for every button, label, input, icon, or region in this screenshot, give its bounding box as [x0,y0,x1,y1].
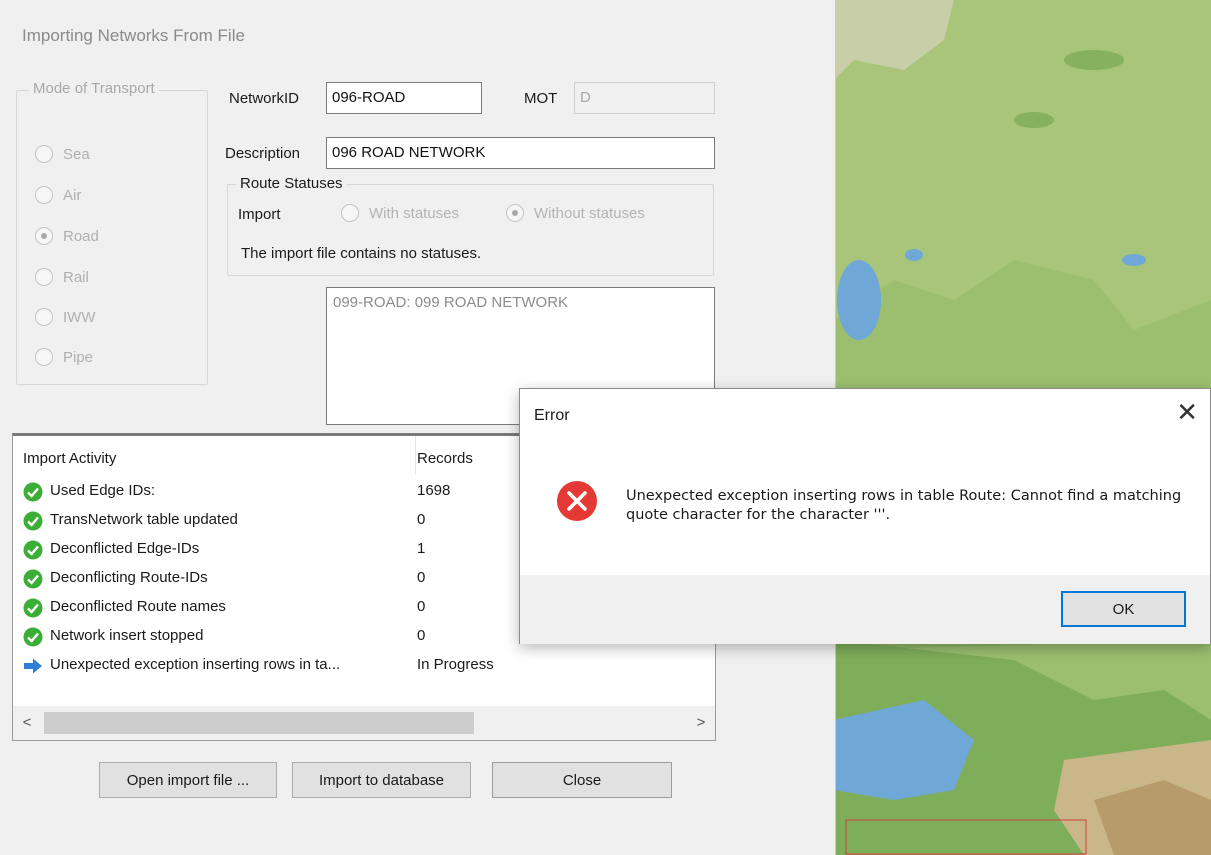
column-divider[interactable] [415,436,416,474]
radio-label-road: Road [63,227,99,245]
scroll-right-icon[interactable]: > [691,714,711,731]
scrollbar-thumb[interactable] [44,712,474,734]
activity-name: TransNetwork table updated [50,511,238,528]
radio-circle[interactable] [35,268,53,286]
network-id-label: NetworkID [229,90,300,107]
open-import-file-button[interactable]: Open import file ... [99,762,277,798]
radio-circle[interactable] [341,204,359,222]
ok-button[interactable]: OK [1061,591,1186,627]
check-icon [23,511,43,531]
radio-circle[interactable] [35,186,53,204]
close-button[interactable]: Close [492,762,672,798]
check-icon [23,598,43,618]
radio-label-air: Air [63,186,82,204]
activity-name: Deconflicted Edge-IDs [50,540,200,557]
radio-circle[interactable] [35,308,53,326]
mode-of-transport-legend: Mode of Transport [29,80,159,97]
error-dialog: Error ✕ Unexpected exception inserting r… [519,388,1211,644]
description-input[interactable]: 096 ROAD NETWORK [326,137,715,169]
activity-name: Network insert stopped [50,627,204,644]
route-statuses-legend: Route Statuses [236,175,347,192]
radio-rail[interactable]: Rail [35,266,89,288]
activity-name: Deconflicted Route names [50,598,226,615]
import-to-database-button[interactable]: Import to database [292,762,471,798]
activity-records: 0 [417,511,426,528]
network-id-input[interactable]: 096-ROAD [326,82,482,114]
radio-circle-checked[interactable] [35,227,53,245]
description-label: Description [225,145,301,162]
activity-records: 1 [417,540,426,557]
activity-records: 1698 [417,482,451,499]
error-icon [557,481,597,521]
table-row[interactable]: Unexpected exception inserting rows in t… [13,652,713,680]
mot-input[interactable]: D [574,82,715,114]
horizontal-scrollbar[interactable]: < > [13,706,715,740]
radio-label-iww: IWW [63,308,96,326]
activity-records: 0 [417,627,426,644]
route-statuses-group: Route Statuses Import With statuses With… [227,175,714,276]
error-dialog-footer: OK [520,575,1210,644]
radio-air[interactable]: Air [35,184,81,206]
radio-label-without-statuses: Without statuses [534,204,645,222]
dialog-title: Importing Networks From File [22,26,245,45]
column-header-records[interactable]: Records [417,450,473,467]
radio-circle[interactable] [35,348,53,366]
error-message: Unexpected exception inserting rows in t… [626,488,1182,523]
activity-name: Unexpected exception inserting rows in t… [50,656,341,673]
radio-road[interactable]: Road [35,225,99,247]
import-label: Import [238,206,281,223]
radio-label-sea: Sea [63,145,90,163]
radio-circle[interactable] [35,145,53,163]
list-item[interactable]: 099-ROAD: 099 ROAD NETWORK [333,294,708,311]
radio-circle-checked[interactable] [506,204,524,222]
radio-label-with-statuses: With statuses [369,204,460,222]
check-icon [23,482,43,502]
scroll-left-icon[interactable]: < [17,714,37,731]
radio-with-statuses[interactable]: With statuses [341,204,459,222]
radio-iww[interactable]: IWW [35,306,95,328]
radio-without-statuses[interactable]: Without statuses [506,204,645,222]
radio-label-rail: Rail [63,268,89,286]
radio-pipe[interactable]: Pipe [35,346,93,368]
statuses-info-text: The import file contains no statuses. [241,245,482,262]
mode-of-transport-group: Mode of Transport Sea Air Road Rail IWW … [16,80,208,385]
activity-name: Used Edge IDs: [50,482,156,499]
check-icon [23,627,43,647]
radio-sea[interactable]: Sea [35,143,90,165]
activity-records: 0 [417,598,426,615]
check-icon [23,540,43,560]
mot-label: MOT [524,90,558,107]
close-icon[interactable]: ✕ [1176,399,1198,425]
arrow-right-icon [24,658,42,674]
activity-records: 0 [417,569,426,586]
activity-records: In Progress [417,656,494,673]
column-header-activity[interactable]: Import Activity [23,450,116,467]
radio-label-pipe: Pipe [63,348,94,366]
error-dialog-title: Error [534,407,570,424]
check-icon [23,569,43,589]
activity-name: Deconflicting Route-IDs [50,569,208,586]
